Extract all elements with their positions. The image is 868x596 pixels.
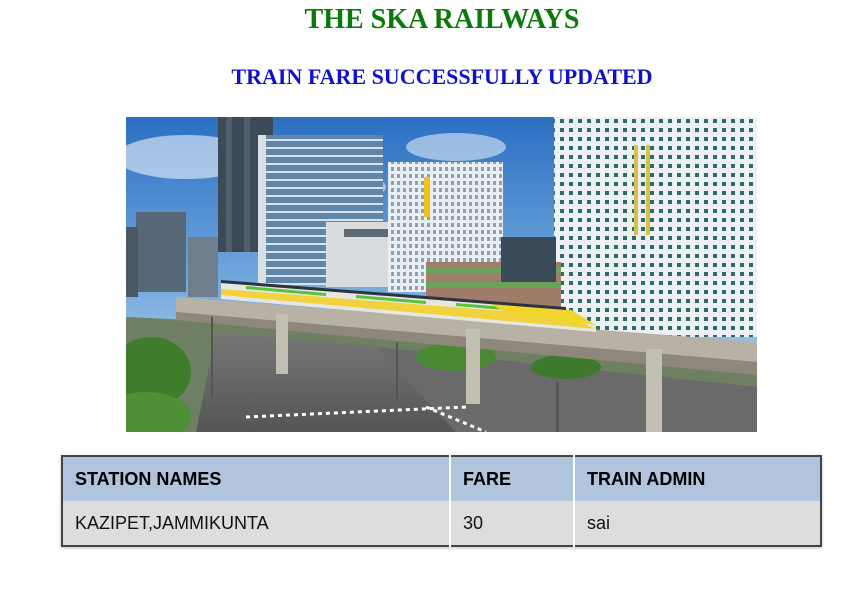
header-fare: FARE <box>450 456 575 501</box>
hero-train-image <box>126 117 757 432</box>
fare-table: STATION NAMES FARE TRAIN ADMIN KAZIPET,J… <box>61 455 822 547</box>
header-train-admin: TRAIN ADMIN <box>574 456 821 501</box>
cell-fare: 30 <box>450 501 575 546</box>
cell-station-names: KAZIPET,JAMMIKUNTA <box>62 501 451 546</box>
table-header-row: STATION NAMES FARE TRAIN ADMIN <box>62 456 821 501</box>
site-title: THE SKA RAILWAYS <box>304 4 580 35</box>
update-status-heading: TRAIN FARE SUCCESSFULLY UPDATED <box>231 64 653 89</box>
cell-train-admin: sai <box>574 501 821 546</box>
header-station-names: STATION NAMES <box>62 456 451 501</box>
table-row: KAZIPET,JAMMIKUNTA 30 sai <box>62 501 821 546</box>
